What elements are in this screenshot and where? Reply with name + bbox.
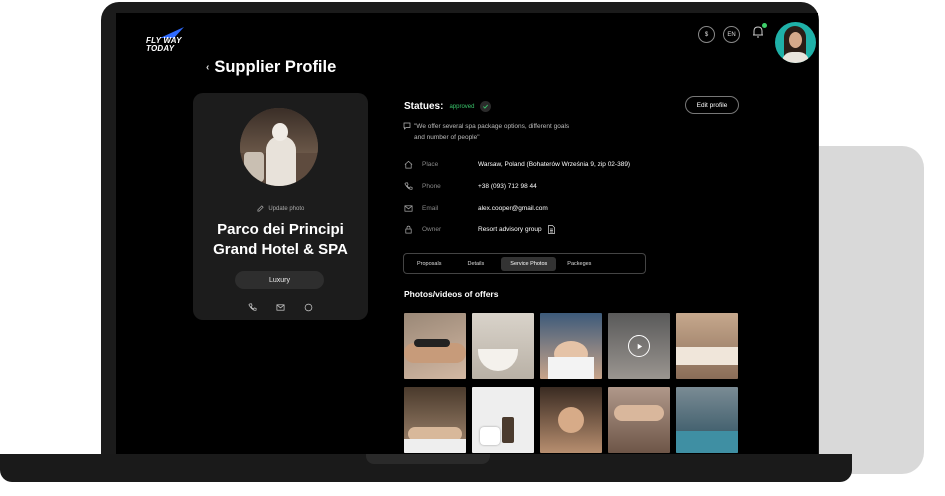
gallery-photo[interactable]: [676, 313, 738, 379]
chat-icon[interactable]: [304, 303, 313, 312]
gallery-photo[interactable]: [608, 387, 670, 453]
notification-dot: [762, 23, 767, 28]
document-icon[interactable]: [547, 225, 556, 234]
language-label: EN: [727, 31, 736, 38]
app-screen: FLY WAY TODAY $ EN ‹ Supplier Profile Up…: [116, 13, 818, 454]
mail-icon[interactable]: [276, 303, 285, 312]
info-value: Warsaw, Poland (Bohaterów Września 9, zi…: [478, 161, 631, 168]
gallery-photo[interactable]: [540, 387, 602, 453]
profile-card: Update photo Parco dei Principi Grand Ho…: [193, 93, 368, 320]
language-button[interactable]: EN: [723, 26, 740, 43]
gallery-video[interactable]: [608, 313, 670, 379]
info-row-email: Email alex.cooper@gmail.com: [404, 204, 548, 213]
info-row-place: Place Warsaw, Poland (Bohaterów Września…: [404, 160, 630, 169]
contact-actions: [248, 303, 313, 312]
info-label: Place: [422, 161, 439, 168]
comment-icon: [403, 122, 411, 130]
info-value[interactable]: alex.cooper@gmail.com: [478, 205, 548, 212]
page-title: ‹ Supplier Profile: [206, 58, 336, 77]
gallery-photo[interactable]: [404, 313, 466, 379]
info-value: Resort advisory group: [478, 225, 556, 234]
back-chevron-icon[interactable]: ‹: [206, 62, 209, 73]
play-icon[interactable]: [628, 335, 650, 357]
category-badge: Luxury: [235, 271, 324, 289]
photo-gallery: [404, 313, 740, 453]
edit-profile-button[interactable]: Edit profile: [685, 96, 739, 114]
phone-icon[interactable]: [248, 303, 257, 312]
info-label: Email: [422, 205, 439, 212]
status-label: Statues:: [404, 101, 444, 112]
owner-name: Resort advisory group: [478, 226, 542, 233]
update-photo-link[interactable]: Update photo: [193, 205, 368, 212]
gallery-photo[interactable]: [472, 313, 534, 379]
tab-proposals[interactable]: Proposals: [408, 257, 450, 271]
info-value[interactable]: +38 (093) 712 98 44: [478, 183, 537, 190]
page-title-text: Supplier Profile: [214, 58, 337, 76]
description-line2: and number of people": [414, 134, 480, 141]
gallery-photo[interactable]: [472, 387, 534, 453]
tab-packages[interactable]: Packeges: [558, 257, 600, 271]
currency-label: $: [704, 31, 709, 38]
status-row: Statues: approved: [404, 101, 492, 112]
gallery-title: Photos/videos of offers: [404, 289, 499, 299]
info-row-phone: Phone +38 (093) 712 98 44: [404, 182, 537, 191]
supplier-name-line2: Grand Hotel & SPA: [213, 241, 348, 258]
info-label: Owner: [422, 226, 442, 233]
gallery-photo[interactable]: [676, 387, 738, 453]
profile-photo: [240, 108, 318, 186]
tab-service-photos[interactable]: Service Photos: [501, 256, 557, 271]
pencil-icon: [257, 205, 264, 212]
currency-button[interactable]: $: [698, 26, 715, 43]
update-photo-label: Update photo: [268, 206, 305, 213]
tab-details[interactable]: Details: [458, 257, 493, 271]
edit-profile-label: Edit profile: [696, 101, 728, 109]
description-line1: "We offer several spa package options, d…: [414, 123, 570, 130]
gallery-photo[interactable]: [540, 313, 602, 379]
status-value: approved: [449, 103, 475, 110]
lock-icon: [405, 225, 412, 234]
info-row-owner: Owner Resort advisory group: [404, 225, 555, 234]
info-label: Phone: [422, 183, 441, 190]
supplier-name: Parco dei Principi Grand Hotel & SPA: [193, 220, 368, 260]
laptop-mockup: FLY WAY TODAY $ EN ‹ Supplier Profile Up…: [0, 0, 945, 496]
mail-icon: [404, 205, 413, 212]
home-icon: [404, 160, 413, 169]
flyway-logo[interactable]: FLY WAY TODAY: [146, 27, 186, 55]
check-icon: [480, 101, 492, 112]
category-label: Luxury: [268, 276, 290, 284]
logo-text-line2: TODAY: [146, 44, 175, 53]
laptop-notch: [366, 454, 490, 464]
profile-tabs: Proposals Details Service Photos Packege…: [403, 253, 646, 274]
supplier-description: "We offer several spa package options, d…: [414, 121, 634, 143]
gallery-photo[interactable]: [404, 387, 466, 453]
phone-icon: [404, 182, 413, 190]
supplier-name-line1: Parco dei Principi: [217, 221, 344, 238]
user-avatar[interactable]: [775, 22, 816, 63]
